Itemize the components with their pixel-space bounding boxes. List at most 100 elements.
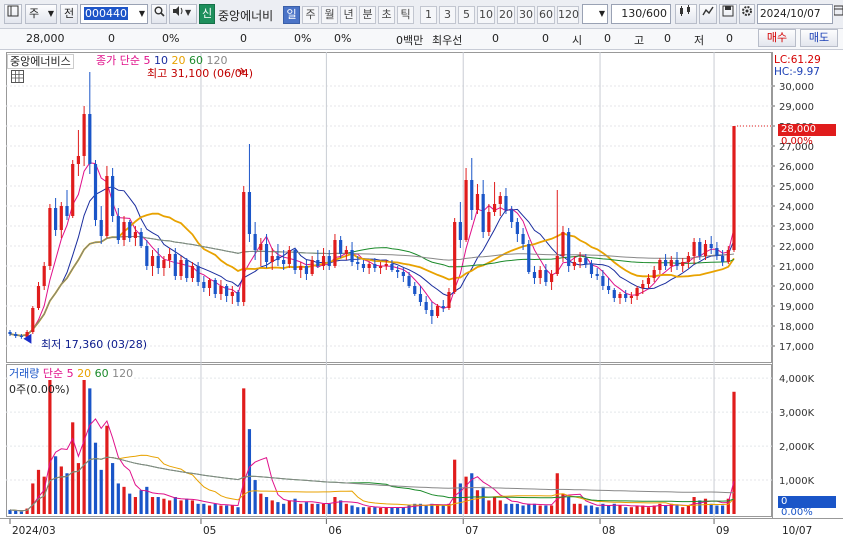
- save-icon[interactable]: [719, 4, 737, 24]
- price-volume-chart[interactable]: [6, 52, 772, 518]
- candle-settings-icon[interactable]: [675, 4, 697, 24]
- candle-body: [703, 244, 708, 256]
- chevron-down-icon[interactable]: ▼: [139, 5, 145, 23]
- hc-value: HC:-9.97: [774, 66, 820, 78]
- candle-body: [76, 156, 81, 164]
- date-input[interactable]: 2024/10/07: [757, 4, 833, 24]
- sell-button[interactable]: 매도: [800, 29, 838, 47]
- volume-bar: [606, 505, 611, 514]
- candle-body: [612, 290, 616, 298]
- period-tick[interactable]: 틱: [397, 6, 414, 24]
- volume-bar: [185, 498, 189, 514]
- interval-20[interactable]: 20: [497, 6, 515, 24]
- bar-count-input[interactable]: 130/600: [611, 4, 671, 24]
- volume-bar: [635, 505, 639, 514]
- type-button[interactable]: 전: [60, 4, 78, 24]
- volume-bar: [207, 505, 212, 514]
- volume-bar: [122, 486, 126, 514]
- candle-body: [202, 282, 206, 288]
- candle-body: [663, 260, 668, 266]
- period-week[interactable]: 주: [302, 6, 319, 24]
- candle-body: [282, 260, 286, 264]
- volume-bar: [555, 473, 559, 514]
- candle-body: [196, 266, 200, 282]
- volume-bar: [361, 507, 366, 514]
- volume-bar: [88, 388, 92, 514]
- price-tick-label: 24,000: [779, 202, 814, 213]
- volume-bar: [287, 500, 291, 514]
- volume-bar: [504, 503, 508, 514]
- candle-body: [595, 274, 599, 276]
- period-minute[interactable]: 분: [359, 6, 376, 24]
- quote-value2: 0: [542, 32, 549, 45]
- volume-bar: [424, 505, 428, 514]
- new-badge[interactable]: 신: [199, 4, 215, 24]
- buy-button[interactable]: 매수: [758, 29, 796, 47]
- period-month[interactable]: 월: [321, 6, 338, 24]
- period-year[interactable]: 년: [340, 6, 357, 24]
- svg-text:▼: ▼: [185, 8, 192, 17]
- interval-30[interactable]: 30: [517, 6, 535, 24]
- volume-bar: [646, 507, 651, 514]
- sound-icon[interactable]: ▼: [169, 4, 197, 24]
- search-icon[interactable]: [151, 4, 167, 24]
- volume-bar: [686, 505, 690, 514]
- period-day[interactable]: 일: [283, 6, 300, 24]
- volume-bar: [196, 503, 200, 514]
- high-annotation: 최고 31,100 (06/04): [147, 67, 254, 80]
- interval-10[interactable]: 10: [477, 6, 495, 24]
- candle-body: [384, 264, 388, 266]
- candle-body: [247, 192, 252, 234]
- volume-bar: [629, 507, 633, 514]
- candle-body: [635, 288, 639, 296]
- candle-body: [378, 266, 383, 268]
- market-select[interactable]: 주 ▼: [25, 4, 57, 24]
- volume-legend: 거래량 단순 5 20 60 120: [9, 367, 134, 380]
- volume-tick-label: 2,000K: [779, 442, 815, 453]
- current-pct-tag: 0.00%: [781, 136, 813, 147]
- gear-icon[interactable]: [739, 4, 755, 24]
- lc-value: LC:61.29: [774, 54, 821, 66]
- candle-body: [207, 280, 212, 288]
- price-tick-label: 18,000: [779, 322, 814, 333]
- calendar-icon[interactable]: [833, 4, 843, 24]
- layout-icon[interactable]: [4, 4, 22, 24]
- candle-body: [316, 260, 320, 266]
- candle-body: [185, 260, 189, 278]
- interval-1[interactable]: 1: [420, 6, 437, 24]
- volume-bar: [709, 503, 713, 514]
- volume-bar: [139, 490, 143, 514]
- volume-bar: [150, 497, 155, 514]
- grid-toggle-icon[interactable]: [11, 70, 24, 83]
- candle-body: [606, 286, 611, 290]
- volume-bar: [282, 503, 286, 514]
- volume-bar: [681, 507, 685, 514]
- interval-60[interactable]: 60: [537, 6, 555, 24]
- date-tick-label: 09: [716, 525, 729, 537]
- candle-body: [293, 250, 297, 270]
- candle-body: [521, 234, 525, 244]
- period-second[interactable]: 초: [378, 6, 395, 24]
- chevron-down-icon: ▼: [47, 9, 54, 18]
- volume-bar: [373, 507, 377, 514]
- candle-body: [42, 266, 46, 286]
- volume-ma-120-label: 120: [112, 367, 134, 380]
- compare-icon[interactable]: [699, 4, 717, 24]
- price-tick-label: 20,000: [779, 282, 814, 293]
- interval-5[interactable]: 5: [458, 6, 475, 24]
- volume-bar: [173, 497, 177, 514]
- volume-bar: [396, 507, 400, 514]
- interval-3[interactable]: 3: [439, 6, 456, 24]
- candle-body: [686, 256, 690, 262]
- candle-body: [179, 260, 183, 276]
- high-value: 0: [664, 32, 671, 45]
- interval-custom-input[interactable]: ▼: [582, 4, 608, 24]
- stock-code-input[interactable]: 000440 ▼: [80, 4, 148, 24]
- candle-body: [424, 302, 428, 310]
- interval-120[interactable]: 120: [557, 6, 579, 24]
- stock-code-value: 000440: [84, 7, 128, 20]
- candle-body: [150, 256, 155, 266]
- best-ask-label: 최우선: [432, 34, 463, 47]
- volume-bar: [475, 490, 480, 514]
- volume-bar: [515, 503, 519, 514]
